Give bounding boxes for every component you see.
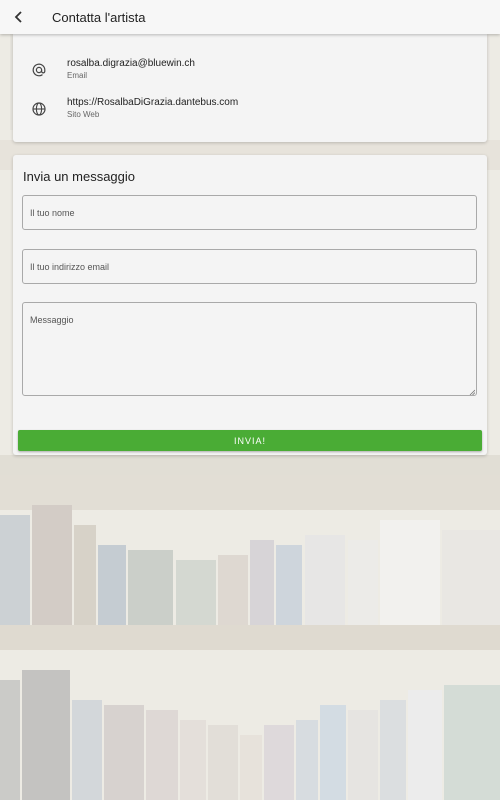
- contact-website-value: https://RosalbaDiGrazia.dantebus.com: [67, 97, 239, 108]
- at-sign-icon: [32, 63, 46, 77]
- message-textarea[interactable]: [22, 302, 477, 396]
- app-bar: Contatta l'artista: [0, 0, 500, 34]
- message-form-card: Invia un messaggio INVIA!: [13, 155, 487, 455]
- resize-handle-icon[interactable]: [469, 389, 475, 395]
- contact-row-website[interactable]: https://RosalbaDiGrazia.dantebus.com Sit…: [13, 97, 487, 127]
- contact-row-email[interactable]: rosalba.digrazia@bluewin.ch Email: [13, 58, 487, 88]
- contact-email-label: Email: [67, 71, 88, 80]
- contact-email-value: rosalba.digrazia@bluewin.ch: [67, 58, 195, 69]
- form-title: Invia un messaggio: [23, 169, 136, 184]
- name-input[interactable]: [22, 195, 477, 230]
- back-arrow-icon: [14, 11, 22, 23]
- back-button[interactable]: [0, 0, 38, 34]
- globe-icon: [32, 102, 46, 116]
- page-title: Contatta l'artista: [52, 9, 146, 25]
- contact-website-label: Sito Web: [67, 110, 100, 119]
- send-button[interactable]: INVIA!: [18, 430, 482, 451]
- contact-info-card: rosalba.digrazia@bluewin.ch Email https:…: [13, 34, 487, 142]
- email-input[interactable]: [22, 249, 477, 284]
